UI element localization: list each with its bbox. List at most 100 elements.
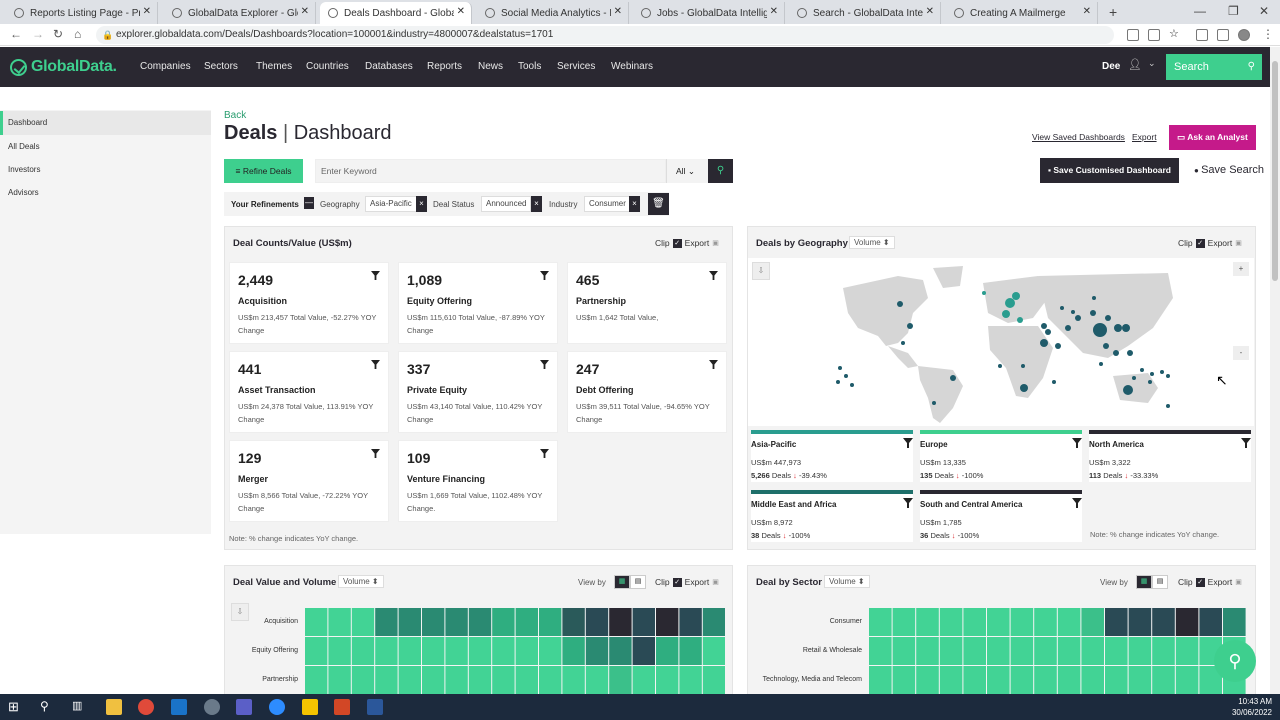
heatmap-cell[interactable] — [515, 666, 538, 694]
map-deal-dot[interactable] — [1052, 380, 1056, 384]
export-icon[interactable]: ▣ — [1235, 578, 1242, 586]
heatmap-cell[interactable] — [1152, 637, 1175, 665]
heatmap-cell[interactable] — [1105, 637, 1128, 665]
heatmap-cell[interactable] — [656, 608, 679, 636]
heatmap-cell[interactable] — [445, 608, 468, 636]
geo-region-card[interactable]: South and Central America US$m 1,785 36 De… — [920, 490, 1082, 542]
browser-tab[interactable]: Creating A Mailmerge ✕ — [946, 2, 1098, 24]
browser-tab[interactable]: Search - GlobalData Intelligence✕ — [789, 2, 941, 24]
heatmap-cell[interactable] — [1034, 666, 1057, 694]
nav-menu-item[interactable]: Countries — [306, 61, 349, 72]
task-view-icon[interactable]: ▥ — [72, 699, 88, 715]
heatmap-cell[interactable] — [539, 608, 562, 636]
sidepanel-icon[interactable] — [1217, 29, 1229, 41]
site-search-button[interactable]: Search ⚲ — [1166, 54, 1262, 80]
heatmap-cell[interactable] — [1105, 666, 1128, 694]
deal-card[interactable]: 441 Asset Transaction US$m 24,378 Total Va… — [229, 351, 389, 433]
bookmark-star-icon[interactable]: ☆ — [1169, 27, 1181, 40]
browser-tab[interactable]: GlobalData Explorer - GlobalDat✕ — [164, 2, 316, 24]
heatmap-cell[interactable] — [375, 637, 398, 665]
map-deal-dot[interactable] — [1017, 317, 1023, 323]
nav-menu-item[interactable]: Sectors — [204, 61, 238, 72]
clip-checkbox[interactable]: ✓ — [1195, 577, 1205, 587]
remove-industry-icon[interactable]: × — [629, 196, 640, 212]
remove-geography-icon[interactable]: × — [416, 196, 427, 212]
deal-card[interactable]: 337 Private Equity US$m 43,140 Total Value… — [398, 351, 558, 433]
map-deal-dot[interactable] — [1002, 310, 1010, 318]
heatmap-cell[interactable] — [1057, 666, 1081, 694]
heatmap-cell[interactable] — [1034, 637, 1057, 665]
filter-icon[interactable] — [1241, 438, 1251, 448]
export-link[interactable]: Export — [1132, 132, 1157, 142]
map-deal-dot[interactable] — [1065, 325, 1071, 331]
heatmap-cell[interactable] — [1152, 666, 1175, 694]
filter-icon[interactable] — [903, 498, 913, 508]
heatmap-cell[interactable] — [305, 608, 328, 636]
export-icon[interactable]: ▣ — [1235, 239, 1242, 247]
tab-close-icon[interactable]: ✕ — [1083, 6, 1091, 17]
heatmap-cell[interactable] — [468, 608, 492, 636]
heatmap-cell[interactable] — [492, 666, 515, 694]
zoom-in-icon[interactable]: + — [1233, 262, 1249, 276]
map-deal-dot[interactable] — [850, 383, 854, 387]
heatmap-cell[interactable] — [422, 637, 445, 665]
heatmap-cell[interactable] — [1175, 666, 1199, 694]
heatmap-cell[interactable] — [468, 637, 492, 665]
powerpoint-icon[interactable] — [334, 699, 350, 715]
clip-checkbox[interactable]: ✓ — [672, 577, 682, 587]
tab-close-icon[interactable]: ✕ — [457, 6, 465, 17]
remove-status-icon[interactable]: × — [531, 196, 542, 212]
nav-menu-item[interactable]: Tools — [518, 61, 541, 72]
map-deal-dot[interactable] — [1012, 292, 1020, 300]
heatmap-cell[interactable] — [1128, 608, 1152, 636]
map-deal-dot[interactable] — [1132, 376, 1136, 380]
url-input[interactable]: 🔒 explorer.globaldata.com/Deals/Dashboard… — [96, 26, 1114, 44]
geo-region-card[interactable]: North America US$m 3,322 113 Deals ↓ -33.3… — [1089, 430, 1251, 482]
extensions-icon[interactable] — [1196, 29, 1208, 41]
heatmap-cell[interactable] — [515, 637, 538, 665]
heatmap-cell[interactable] — [585, 608, 609, 636]
ask-analyst-button[interactable]: ▭ Ask an Analyst — [1169, 125, 1256, 150]
heatmap-cell[interactable] — [1152, 608, 1175, 636]
export-icon[interactable]: ▣ — [712, 239, 719, 247]
heatmap-cell[interactable] — [702, 666, 725, 694]
chrome-icon[interactable] — [138, 699, 154, 715]
heatmap-cell[interactable] — [351, 637, 375, 665]
user-icon[interactable]: 👤︎ — [1128, 58, 1142, 72]
heatmap-cell[interactable] — [1010, 637, 1034, 665]
map-deal-dot[interactable] — [1041, 323, 1047, 329]
filter-icon[interactable] — [371, 449, 380, 458]
new-tab-button[interactable]: + — [1109, 4, 1117, 20]
sticky-notes-icon[interactable] — [302, 699, 318, 715]
heatmap-cell[interactable] — [892, 637, 916, 665]
heatmap-cell[interactable] — [987, 666, 1010, 694]
heatmap-cell[interactable] — [562, 608, 585, 636]
heatmap-cell[interactable] — [1034, 608, 1057, 636]
map-deal-dot[interactable] — [1122, 324, 1130, 332]
windows-start-icon[interactable]: ⊞ — [8, 699, 24, 715]
zoom-icon[interactable] — [269, 699, 285, 715]
heatmap-cell[interactable] — [1010, 666, 1034, 694]
map-deal-dot[interactable] — [1140, 368, 1144, 372]
map-deal-dot[interactable] — [897, 301, 903, 307]
sidebar-item-dashboard[interactable]: Dashboard — [0, 111, 211, 135]
map-deal-dot[interactable] — [1020, 384, 1028, 392]
browser-menu-icon[interactable]: ⋮ — [1262, 27, 1274, 41]
export-icon[interactable]: ▣ — [712, 578, 719, 586]
heatmap-cell[interactable] — [609, 637, 632, 665]
collapse-icon[interactable]: — — [304, 197, 314, 209]
search-icon[interactable]: ⚲ — [40, 699, 56, 715]
nav-menu-item[interactable]: Companies — [140, 61, 191, 72]
heatmap-cell[interactable] — [492, 637, 515, 665]
map-deal-dot[interactable] — [1160, 370, 1164, 374]
clip-checkbox[interactable]: ✓ — [1195, 238, 1205, 248]
heatmap-cell[interactable] — [963, 666, 986, 694]
browser-tab[interactable]: Social Media Analytics - Home -✕ — [477, 2, 629, 24]
heatmap-cell[interactable] — [656, 637, 679, 665]
heatmap-cell[interactable] — [892, 608, 916, 636]
map-deal-dot[interactable] — [1093, 323, 1107, 337]
chart-view-icon[interactable]: ▦ — [614, 575, 630, 589]
map-deal-dot[interactable] — [1090, 310, 1096, 316]
tab-close-icon[interactable]: ✕ — [770, 6, 778, 17]
heatmap-cell[interactable] — [963, 608, 986, 636]
